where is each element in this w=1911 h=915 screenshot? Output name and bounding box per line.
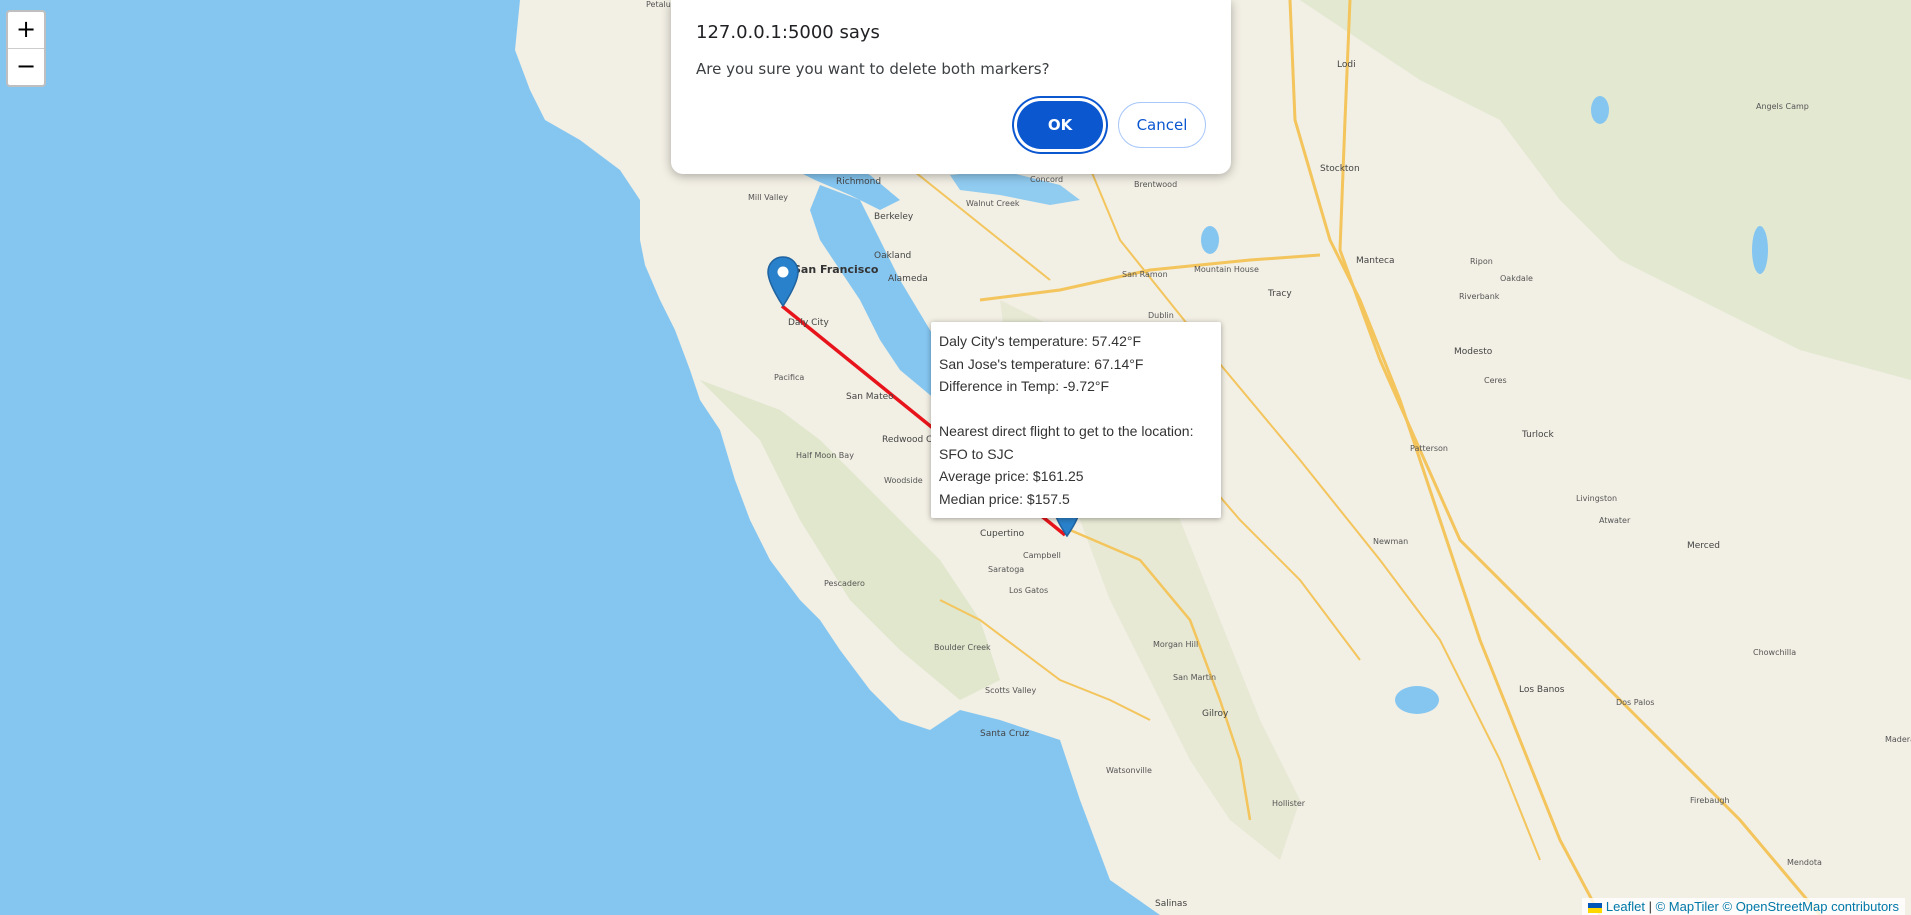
popup-line: SFO to SJC <box>939 445 1014 462</box>
cancel-button[interactable]: Cancel <box>1118 102 1206 148</box>
zoom-out-button[interactable]: − <box>8 48 44 85</box>
zoom-in-button[interactable]: + <box>8 12 44 48</box>
ok-button[interactable]: OK <box>1017 101 1103 149</box>
popup-line: Difference in Temp: -9.72°F <box>939 378 1110 394</box>
osm-link[interactable]: © OpenStreetMap contributors <box>1723 899 1900 914</box>
dialog-title: 127.0.0.1:5000 says <box>696 22 880 43</box>
popup-line: Nearest direct flight to get to the loca… <box>939 423 1194 439</box>
popup-line: Daly City's temperature: 57.42°F <box>939 333 1142 349</box>
maptiler-link[interactable]: © MapTiler <box>1656 899 1719 914</box>
map-attribution: Leaflet | © MapTiler © OpenStreetMap con… <box>1581 898 1905 915</box>
popup-line <box>939 398 1213 421</box>
leaflet-link[interactable]: Leaflet <box>1606 899 1645 914</box>
map-marker-icon[interactable] <box>766 256 800 308</box>
zoom-control: + − <box>6 10 46 87</box>
ukraine-flag-icon <box>1587 902 1602 913</box>
confirm-dialog: 127.0.0.1:5000 says Are you sure you wan… <box>671 0 1231 174</box>
attribution-separator: | <box>1648 899 1652 914</box>
popup-line: San Jose's temperature: 67.14°F <box>939 355 1144 372</box>
info-popup: Daly City's temperature: 57.42°F San Jos… <box>931 322 1221 518</box>
popup-line: Average price: $161.25 <box>939 468 1084 484</box>
popup-line: Median price: $157.5 <box>939 490 1070 507</box>
dialog-message: Are you sure you want to delete both mar… <box>696 60 1050 78</box>
